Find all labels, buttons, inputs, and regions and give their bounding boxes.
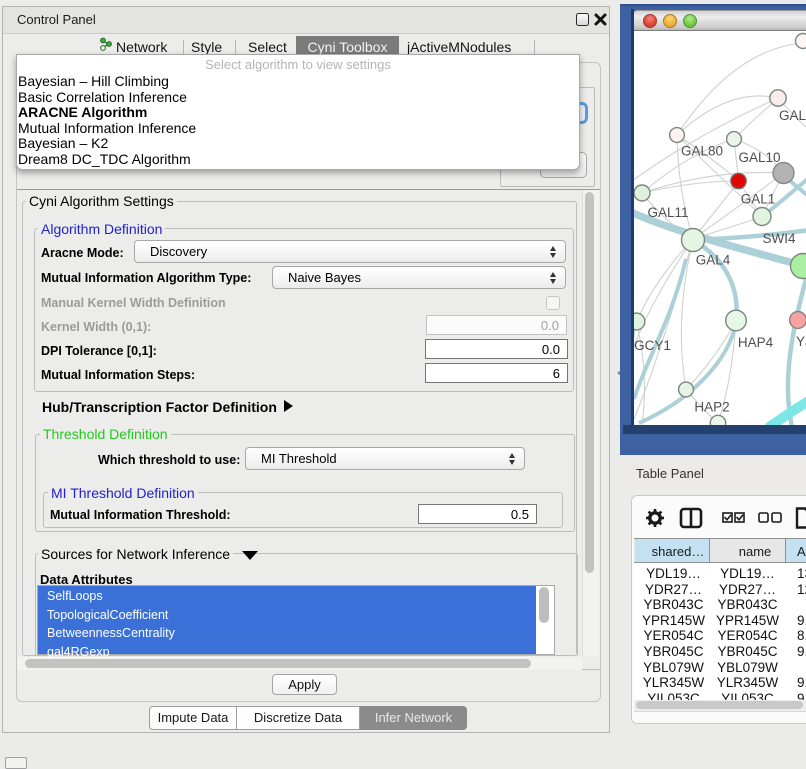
svg-text:HAP4: HAP4 <box>738 335 774 350</box>
svg-text:SWI4: SWI4 <box>762 231 795 246</box>
svg-text:GAL11: GAL11 <box>647 205 688 220</box>
svg-text:HAP2: HAP2 <box>694 400 729 415</box>
svg-text:GAL4: GAL4 <box>696 253 731 268</box>
svg-text:GCY1: GCY1 <box>634 338 671 353</box>
svg-text:YJL: YJL <box>796 334 806 349</box>
svg-text:GAL7: GAL7 <box>779 108 806 123</box>
svg-text:GAL10: GAL10 <box>738 150 780 165</box>
svg-text:GAL80: GAL80 <box>681 144 723 159</box>
svg-text:GAL1: GAL1 <box>741 192 776 207</box>
